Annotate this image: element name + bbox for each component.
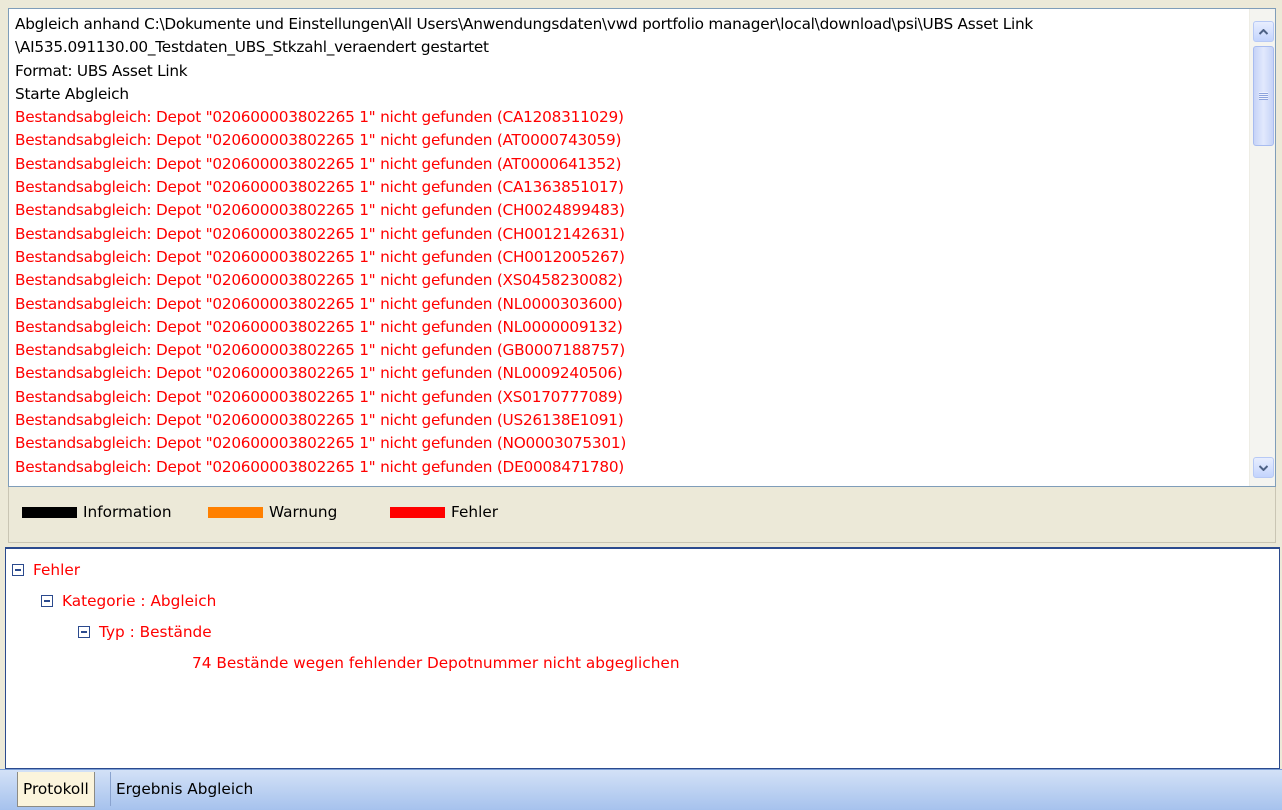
tree-node-message[interactable]: 74 Bestände wegen fehlender Depotnummer … — [192, 654, 680, 672]
legend-label-information: Information — [83, 503, 172, 521]
grip-icon — [1259, 92, 1268, 100]
collapse-icon[interactable] — [78, 626, 90, 638]
legend-swatch-fehler — [390, 506, 445, 518]
log-line: Bestandsabgleich: Depot "020600003802265… — [15, 131, 622, 150]
log-line: Bestandsabgleich: Depot "020600003802265… — [15, 201, 625, 220]
legend-item-fehler: Fehler — [390, 503, 498, 521]
scroll-down-button[interactable] — [1253, 457, 1274, 478]
log-lines: Abgleich anhand C:\Dokumente und Einstel… — [15, 13, 1245, 486]
vertical-scrollbar[interactable] — [1249, 9, 1275, 486]
log-line: Bestandsabgleich: Depot "020600003802265… — [15, 434, 627, 453]
log-line: Bestandsabgleich: Depot "020600003802265… — [15, 108, 624, 127]
legend: Information Warnung Fehler — [8, 487, 1276, 543]
legend-item-information: Information — [22, 503, 172, 521]
scroll-up-button[interactable] — [1253, 21, 1274, 42]
tree-node-kategorie[interactable]: Kategorie : Abgleich — [41, 592, 216, 610]
log-line: Format: UBS Asset Link — [15, 61, 188, 80]
collapse-icon[interactable] — [12, 564, 24, 576]
log-line: Bestandsabgleich: Depot "020600003802265… — [15, 294, 623, 313]
collapse-icon[interactable] — [41, 595, 53, 607]
tree-label-fehler: Fehler — [33, 561, 81, 579]
log-line: Bestandsabgleich: Depot "020600003802265… — [15, 387, 623, 406]
tree-label-message: 74 Bestände wegen fehlender Depotnummer … — [192, 654, 680, 672]
log-line: Bestandsabgleich: Depot "020600003802265… — [15, 457, 625, 476]
tree-label-typ: Typ : Bestände — [99, 623, 212, 641]
log-line: \AI535.091130.00_Testdaten_UBS_Stkzahl_v… — [15, 38, 489, 57]
legend-swatch-information — [22, 506, 77, 518]
arrow-up-icon — [1259, 28, 1268, 35]
log-line: Abgleich anhand C:\Dokumente und Einstel… — [15, 15, 1034, 33]
log-line: Bestandsabgleich: Depot "020600003802265… — [15, 224, 625, 243]
scroll-thumb[interactable] — [1253, 46, 1274, 146]
tab-ergebnis-abgleich[interactable]: Ergebnis Abgleich — [110, 772, 258, 806]
log-line: Bestandsabgleich: Depot "020600003802265… — [15, 247, 625, 266]
tree-node-typ[interactable]: Typ : Bestände — [78, 623, 212, 641]
tree-label-kategorie: Kategorie : Abgleich — [62, 592, 217, 610]
tab-protokoll[interactable]: Protokoll — [17, 772, 95, 807]
log-line: Bestandsabgleich: Depot "020600003802265… — [15, 154, 622, 173]
log-line: Bestandsabgleich: Depot "020600003802265… — [15, 364, 623, 383]
result-tree[interactable]: Fehler Kategorie : Abgleich Typ : Bestän… — [5, 547, 1280, 769]
log-line: Bestandsabgleich: Depot "020600003802265… — [15, 411, 624, 430]
log-panel[interactable]: Abgleich anhand C:\Dokumente und Einstel… — [8, 8, 1276, 487]
log-line: Bestandsabgleich: Depot "020600003802265… — [15, 271, 623, 290]
log-line: Bestandsabgleich: Depot "020600003802265… — [15, 317, 623, 336]
log-line: Starte Abgleich — [15, 84, 129, 103]
tree-node-fehler[interactable]: Fehler — [12, 561, 80, 579]
legend-label-fehler: Fehler — [451, 503, 499, 521]
log-line: Bestandsabgleich: Depot "020600003802265… — [15, 341, 625, 360]
legend-item-warnung: Warnung — [208, 503, 337, 521]
legend-swatch-warnung — [208, 506, 263, 518]
legend-label-warnung: Warnung — [269, 503, 338, 521]
arrow-down-icon — [1259, 464, 1268, 471]
log-line: Bestandsabgleich: Depot "020600003802265… — [15, 178, 624, 197]
tab-bar: Protokoll Ergebnis Abgleich — [0, 769, 1282, 810]
